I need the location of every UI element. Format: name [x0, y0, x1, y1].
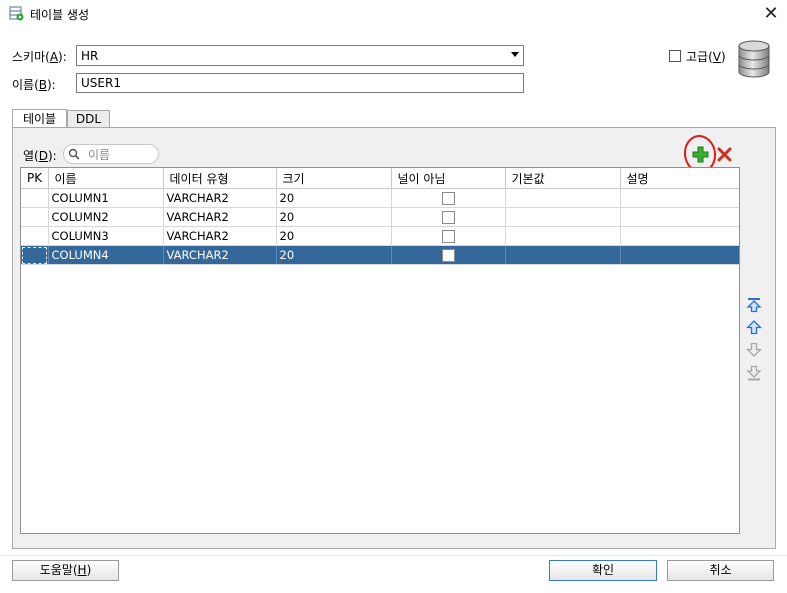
search-icon — [68, 148, 80, 160]
tab-table[interactable]: 테이블 — [12, 109, 67, 128]
size-cell[interactable]: 20 — [276, 188, 392, 208]
move-down-icon — [746, 342, 762, 357]
title-bar — [0, 0, 787, 28]
type-cell[interactable]: VARCHAR2 — [163, 188, 277, 208]
ok-button[interactable]: 확인 — [549, 560, 657, 581]
header-size[interactable]: 크기 — [276, 168, 392, 189]
move-up-icon[interactable] — [746, 319, 762, 335]
not-null-cell[interactable] — [391, 226, 506, 246]
name-cell[interactable]: COLUMN3 — [48, 226, 164, 246]
not-null-cell[interactable] — [391, 245, 506, 265]
name-cell[interactable]: COLUMN4 — [48, 245, 164, 265]
type-cell[interactable]: VARCHAR2 — [163, 207, 277, 227]
size-cell[interactable]: 20 — [276, 245, 392, 265]
header-pk[interactable]: PK — [21, 168, 49, 189]
comment-cell[interactable] — [620, 226, 739, 246]
comment-cell[interactable] — [620, 207, 739, 227]
advanced-checkbox[interactable] — [669, 50, 681, 62]
delete-column-button[interactable] — [716, 146, 733, 163]
pk-cell[interactable] — [21, 245, 49, 265]
not-null-checkbox[interactable] — [441, 211, 455, 224]
tab-ddl[interactable]: DDL — [67, 110, 110, 127]
default-cell[interactable] — [505, 207, 621, 227]
move-to-bottom-icon — [746, 365, 762, 381]
pk-cell[interactable] — [21, 207, 49, 227]
table-row[interactable]: COLUMN1 VARCHAR2 20 — [21, 188, 739, 208]
cancel-button[interactable]: 취소 — [667, 560, 774, 581]
table-header-row: PK 이름 데이터 유형 크기 널이 아님 기본값 설명 — [21, 168, 739, 189]
create-table-icon — [9, 6, 24, 21]
header-not-null[interactable]: 널이 아님 — [391, 168, 506, 189]
table-name-input[interactable] — [76, 73, 524, 93]
name-cell[interactable]: COLUMN1 — [48, 188, 164, 208]
columns-table: PK 이름 데이터 유형 크기 널이 아님 기본값 설명 COLUMN1 VAR… — [20, 167, 740, 534]
not-null-checkbox[interactable] — [441, 230, 455, 243]
size-cell[interactable]: 20 — [276, 207, 392, 227]
comment-cell[interactable] — [620, 245, 739, 265]
pk-cell[interactable] — [21, 188, 49, 208]
search-placeholder: 이름 — [88, 148, 111, 162]
default-cell[interactable] — [505, 188, 621, 208]
header-name[interactable]: 이름 — [48, 168, 164, 189]
not-null-cell[interactable] — [391, 188, 506, 208]
help-button[interactable]: 도움말(H) — [12, 560, 119, 581]
close-button[interactable]: ✕ — [760, 3, 782, 25]
not-null-checkbox[interactable] — [441, 192, 455, 205]
type-cell[interactable]: VARCHAR2 — [163, 245, 277, 265]
columns-label: 열(D): — [23, 149, 57, 163]
header-comment[interactable]: 설명 — [620, 168, 739, 189]
table-row-selected[interactable]: COLUMN4 VARCHAR2 20 — [21, 245, 739, 265]
header-data-type[interactable]: 데이터 유형 — [163, 168, 277, 189]
schema-label: 스키마(A): — [12, 50, 67, 64]
default-cell[interactable] — [505, 226, 621, 246]
header-default[interactable]: 기본값 — [505, 168, 621, 189]
table-row[interactable]: COLUMN3 VARCHAR2 20 — [21, 226, 739, 246]
advanced-label[interactable]: 고급(V) — [686, 48, 726, 65]
move-to-top-icon[interactable] — [746, 297, 762, 313]
not-null-cell[interactable] — [391, 207, 506, 227]
pk-cell[interactable] — [21, 226, 49, 246]
table-row[interactable]: COLUMN2 VARCHAR2 20 — [21, 207, 739, 227]
name-cell[interactable]: COLUMN2 — [48, 207, 164, 227]
comment-cell[interactable] — [620, 188, 739, 208]
separator — [0, 555, 787, 556]
name-label: 이름(B): — [12, 78, 56, 92]
default-cell[interactable] — [505, 245, 621, 265]
database-icon — [738, 40, 770, 78]
chevron-down-icon — [511, 52, 519, 57]
not-null-checkbox[interactable] — [441, 249, 455, 262]
size-cell[interactable]: 20 — [276, 226, 392, 246]
type-cell[interactable]: VARCHAR2 — [163, 226, 277, 246]
schema-value: HR — [81, 49, 99, 63]
schema-select[interactable]: HR — [76, 45, 524, 66]
window-title: 테이블 생성 — [30, 8, 90, 22]
